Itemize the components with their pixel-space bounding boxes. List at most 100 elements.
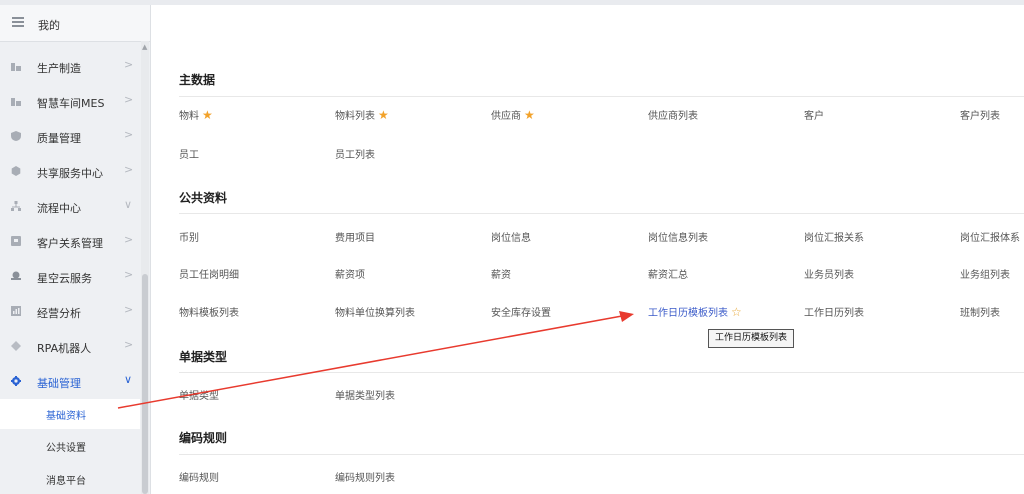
- sidebar-item-quality[interactable]: 质量管理 >: [0, 119, 140, 154]
- chart-icon: [11, 306, 21, 316]
- chevron-right-icon: >: [124, 338, 134, 351]
- link-position-report-relation[interactable]: 岗位汇报关系: [804, 229, 864, 244]
- link-label: 物料列表: [335, 111, 375, 122]
- sidebar-item-shared-service[interactable]: 共享服务中心 >: [0, 154, 140, 189]
- sidebar-subitem-label: 基础资料: [46, 411, 86, 422]
- sidebar-item-label: 生产制造: [37, 62, 81, 75]
- workshop-icon: [11, 98, 21, 106]
- sidebar-item-basic-management[interactable]: 基础管理 ∨: [0, 364, 140, 399]
- flow-icon: [11, 201, 21, 211]
- sidebar-item-label: 质量管理: [37, 132, 81, 145]
- chevron-right-icon: >: [124, 93, 134, 106]
- section-divider: [179, 96, 1024, 97]
- sidebar-item-cloud-service[interactable]: 星空云服务 >: [0, 259, 140, 294]
- sidebar-subitem-public-settings[interactable]: 公共设置: [0, 431, 140, 461]
- sidebar-item-label: 智慧车间MES: [37, 97, 105, 110]
- star-filled-icon[interactable]: ★: [524, 108, 535, 122]
- sidebar-item-label: 客户关系管理: [37, 237, 103, 250]
- chevron-right-icon: >: [124, 303, 134, 316]
- shield-icon: [11, 131, 21, 141]
- sidebar-item-label: RPA机器人: [37, 342, 92, 355]
- sidebar-header-my[interactable]: 我的: [0, 5, 150, 42]
- link-employee-position-detail[interactable]: 员工任岗明细: [179, 266, 239, 281]
- link-salesperson-list[interactable]: 业务员列表: [804, 266, 854, 281]
- cloud-icon: [11, 271, 21, 280]
- link-currency[interactable]: 币别: [179, 229, 199, 244]
- sidebar-item-label: 星空云服务: [37, 272, 92, 285]
- link-position-info[interactable]: 岗位信息: [491, 229, 531, 244]
- list-icon: [12, 17, 24, 27]
- sidebar-subitem-basic-data[interactable]: 基础资料: [0, 399, 140, 429]
- sidebar-item-process-center[interactable]: 流程中心 ∨: [0, 189, 140, 224]
- hexagon-icon: [11, 166, 21, 176]
- link-document-type[interactable]: 单据类型: [179, 387, 219, 402]
- link-salary[interactable]: 薪资: [491, 266, 511, 281]
- link-business-group-list[interactable]: 业务组列表: [960, 266, 1010, 281]
- sidebar-item-label: 共享服务中心: [37, 167, 103, 180]
- link-label: 物料: [179, 111, 199, 122]
- chevron-right-icon: >: [124, 233, 134, 246]
- section-divider: [179, 454, 1024, 455]
- link-customer[interactable]: 客户: [804, 107, 824, 122]
- link-material-unit-conversion-list[interactable]: 物料单位换算列表: [335, 304, 415, 319]
- contact-card-icon: [11, 236, 21, 246]
- chevron-right-icon: >: [124, 163, 134, 176]
- sidebar-scrollbar[interactable]: ▲: [141, 41, 149, 494]
- main-content: 主数据 物料 ★ 物料列表 ★ 供应商 ★ 供应商列表 客户 客户列表 员工 员工列表…: [151, 5, 1024, 494]
- link-employee[interactable]: 员工: [179, 146, 199, 161]
- sidebar-item-production[interactable]: 生产制造 >: [0, 49, 140, 84]
- link-position-info-list[interactable]: 岗位信息列表: [648, 229, 708, 244]
- link-material[interactable]: 物料 ★: [179, 107, 213, 122]
- link-label: 工作日历模板列表: [648, 308, 728, 319]
- sidebar-item-analysis[interactable]: 经营分析 >: [0, 294, 140, 329]
- section-title-document-type: 单据类型: [179, 350, 228, 364]
- section-title-code-rule: 编码规则: [179, 431, 228, 445]
- link-code-rule[interactable]: 编码规则: [179, 469, 219, 484]
- chevron-down-icon: ∨: [124, 373, 133, 386]
- tooltip: 工作日历模板列表: [708, 329, 795, 348]
- link-salary-item[interactable]: 薪资项: [335, 266, 365, 281]
- sidebar-item-label: 流程中心: [37, 202, 81, 215]
- link-supplier[interactable]: 供应商 ★: [491, 107, 535, 122]
- scroll-up-icon[interactable]: ▲: [142, 43, 147, 51]
- sidebar-item-label: 经营分析: [37, 307, 81, 320]
- star-filled-icon[interactable]: ★: [378, 108, 389, 122]
- link-expense-item[interactable]: 费用项目: [335, 229, 375, 244]
- link-shift-list[interactable]: 班制列表: [960, 304, 1000, 319]
- sidebar-item-crm[interactable]: 客户关系管理 >: [0, 224, 140, 259]
- sidebar-header-label: 我的: [38, 19, 60, 32]
- star-filled-icon[interactable]: ★: [202, 108, 213, 122]
- sidebar-item-mes[interactable]: 智慧车间MES >: [0, 84, 140, 119]
- sidebar-item-label: 基础管理: [37, 377, 81, 390]
- robot-icon: [11, 341, 21, 351]
- section-title-master-data: 主数据: [179, 73, 216, 87]
- link-work-calendar-list[interactable]: 工作日历列表: [804, 304, 864, 319]
- link-safety-stock-setting[interactable]: 安全库存设置: [491, 304, 551, 319]
- section-divider: [179, 213, 1024, 214]
- link-customer-list[interactable]: 客户列表: [960, 107, 1000, 122]
- link-employee-list[interactable]: 员工列表: [335, 146, 375, 161]
- chevron-right-icon: >: [124, 128, 134, 141]
- sidebar-subitem-label: 公共设置: [46, 443, 86, 454]
- link-label: 供应商: [491, 111, 521, 122]
- link-supplier-list[interactable]: 供应商列表: [648, 107, 698, 122]
- link-position-report-system[interactable]: 岗位汇报体系: [960, 229, 1020, 244]
- sidebar: 我的 生产制造 > 智慧车间MES > 质量管理 > 共享服务中心 > 流程中心…: [0, 5, 151, 494]
- link-code-rule-list[interactable]: 编码规则列表: [335, 469, 395, 484]
- section-divider: [179, 372, 1024, 373]
- link-material-list[interactable]: 物料列表 ★: [335, 107, 389, 122]
- chevron-right-icon: >: [124, 58, 134, 71]
- sidebar-item-rpa[interactable]: RPA机器人 >: [0, 329, 140, 364]
- star-outline-icon[interactable]: ☆: [731, 305, 742, 319]
- sidebar-subitem-label: 消息平台: [46, 476, 86, 487]
- section-title-public-data: 公共资料: [179, 191, 228, 205]
- factory-icon: [11, 63, 21, 71]
- link-document-type-list[interactable]: 单据类型列表: [335, 387, 395, 402]
- link-salary-summary[interactable]: 薪资汇总: [648, 266, 688, 281]
- sidebar-subitem-message-platform[interactable]: 消息平台: [0, 464, 140, 494]
- chevron-down-icon: ∨: [124, 198, 133, 211]
- scrollbar-thumb[interactable]: [142, 274, 148, 494]
- gear-icon: [11, 376, 21, 386]
- link-material-template-list[interactable]: 物料模板列表: [179, 304, 239, 319]
- link-work-calendar-template-list[interactable]: 工作日历模板列表 ☆: [648, 304, 742, 319]
